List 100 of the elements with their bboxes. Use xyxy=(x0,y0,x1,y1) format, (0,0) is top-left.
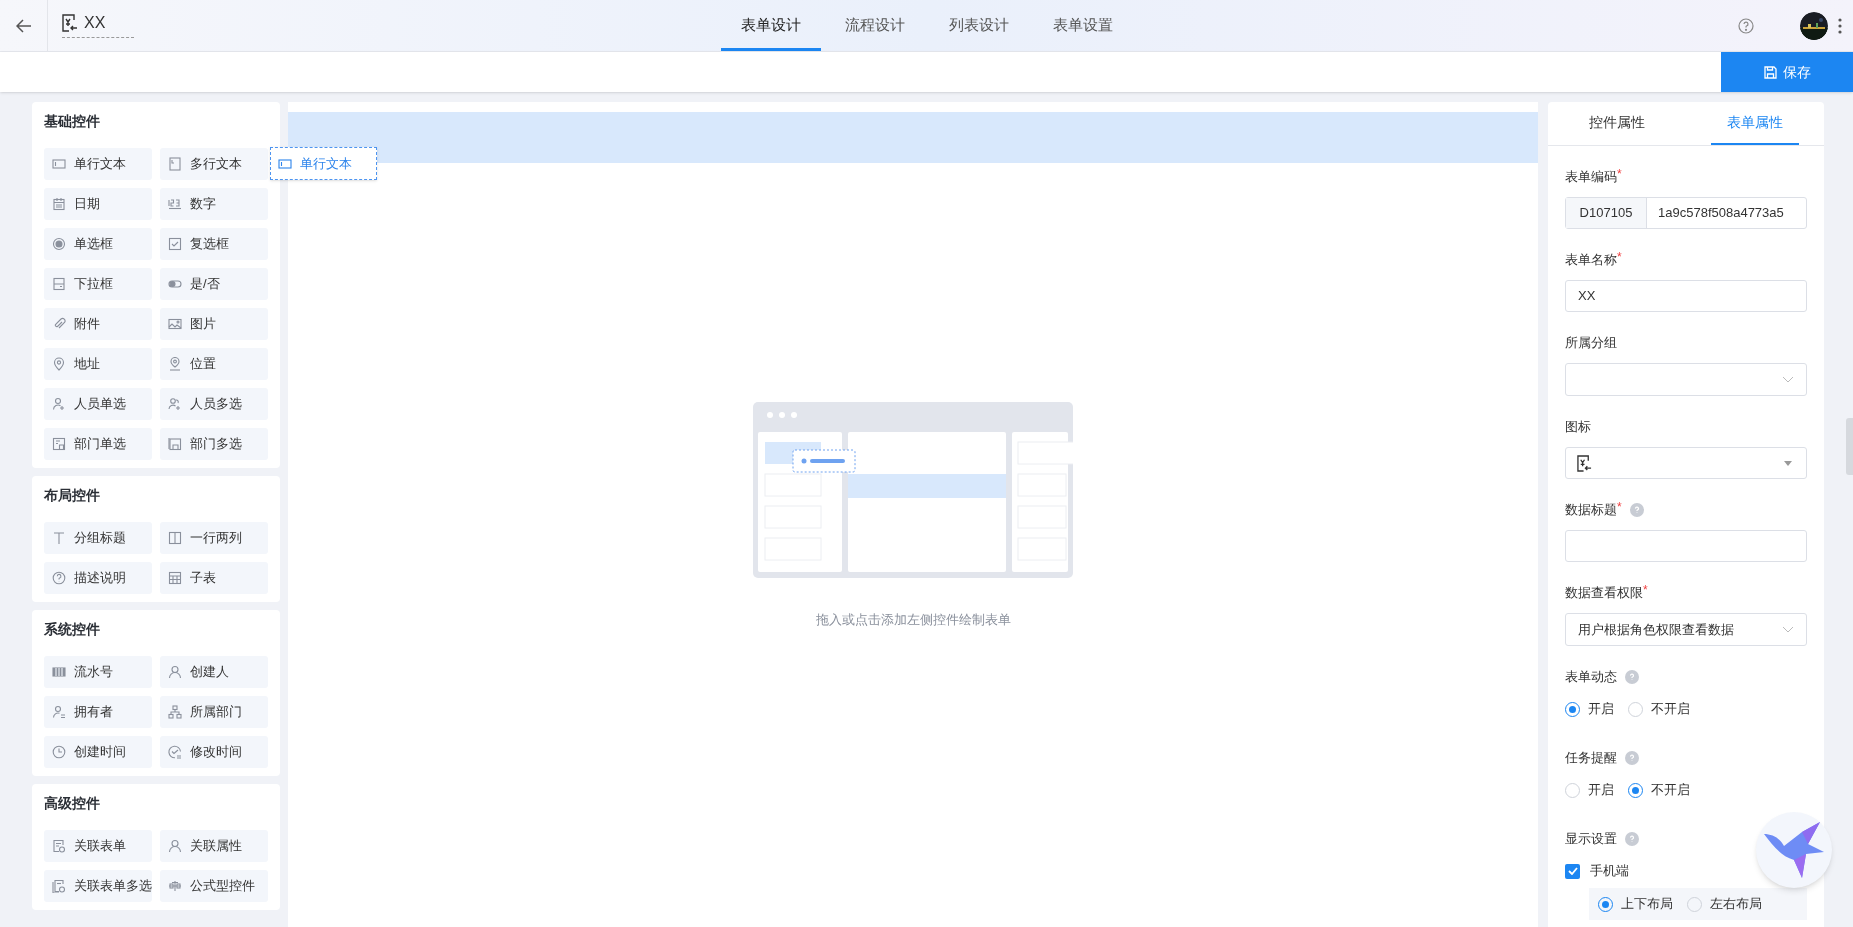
control-tile[interactable]: 所属部门 xyxy=(160,696,268,728)
empty-hint: 拖入或点击添加左侧控件绘制表单 xyxy=(815,611,1011,629)
control-tile[interactable]: 分组标题 xyxy=(44,522,152,554)
back-arrow-icon xyxy=(15,18,32,33)
relform-icon xyxy=(52,839,66,853)
control-tile[interactable]: 人员多选 xyxy=(160,388,268,420)
page-tab[interactable]: 流程设计 xyxy=(825,0,925,51)
select-field[interactable]: 用户根据角色权限查看数据 xyxy=(1565,613,1807,646)
checkbox-icon xyxy=(168,237,182,251)
heading-icon xyxy=(52,531,66,545)
user-icon xyxy=(52,397,66,411)
field-label: 表单名称 xyxy=(1565,251,1617,270)
save-button[interactable]: 保存 xyxy=(1721,52,1853,92)
control-tile[interactable]: 位置 xyxy=(160,348,268,380)
help-icon xyxy=(52,571,66,585)
file-icon xyxy=(52,317,66,331)
control-tile[interactable]: 关联表单多选 xyxy=(44,870,152,902)
radio-option[interactable]: 开启 xyxy=(1565,699,1614,719)
control-tile[interactable]: 公式型控件 xyxy=(160,870,268,902)
address-icon xyxy=(52,357,66,371)
control-tile[interactable]: 是/否 xyxy=(160,268,268,300)
serial-icon xyxy=(52,665,66,679)
page-tab[interactable]: 列表设计 xyxy=(929,0,1029,51)
control-tile[interactable]: 创建人 xyxy=(160,656,268,688)
dropdown-caret-icon xyxy=(1784,460,1792,466)
control-tile[interactable]: 关联表单 xyxy=(44,830,152,862)
field-label: 任务提醒 xyxy=(1565,749,1617,768)
radio-option[interactable]: 开启 xyxy=(1565,780,1614,800)
required-mark: * xyxy=(1617,500,1622,515)
dept-icon xyxy=(52,437,66,451)
relforms-icon xyxy=(52,879,66,893)
control-tile[interactable]: 修改时间 xyxy=(160,736,268,768)
control-tile[interactable]: 单选框 xyxy=(44,228,152,260)
radio-option[interactable]: 不开启 xyxy=(1628,699,1690,719)
text-icon xyxy=(52,157,66,171)
control-tile[interactable]: 下拉框 xyxy=(44,268,152,300)
users-icon xyxy=(168,397,182,411)
control-tile[interactable]: 数字 xyxy=(160,188,268,220)
help-icon[interactable] xyxy=(1629,503,1644,517)
checkbox[interactable] xyxy=(1565,863,1580,879)
control-tile[interactable]: 部门多选 xyxy=(160,428,268,460)
help-icon[interactable] xyxy=(1625,751,1639,765)
radio-option[interactable]: 不开启 xyxy=(1628,780,1690,800)
group-title: 基础控件 xyxy=(44,112,101,131)
help-icon[interactable] xyxy=(1625,670,1639,684)
field-label: 表单动态 xyxy=(1565,668,1617,687)
control-tile[interactable]: 附件 xyxy=(44,308,152,340)
control-tile[interactable]: 描述说明 xyxy=(44,562,152,594)
page-tab[interactable]: 表单设置 xyxy=(1033,0,1133,51)
radio-option[interactable]: 左右布局 xyxy=(1687,894,1762,914)
panel-tab[interactable]: 表单属性 xyxy=(1711,102,1799,145)
icon-select-field[interactable] xyxy=(1565,447,1807,479)
form-title[interactable]: XX xyxy=(84,13,106,33)
control-tile[interactable]: 多行文本 xyxy=(160,148,268,180)
more-icon[interactable] xyxy=(1838,17,1842,34)
control-tile[interactable]: 关联属性 xyxy=(160,830,268,862)
input-field[interactable] xyxy=(1565,530,1807,562)
group-title: 高级控件 xyxy=(44,794,101,813)
field-label: 数据标题 xyxy=(1565,501,1617,520)
person-icon xyxy=(168,665,182,679)
control-tile[interactable]: 复选框 xyxy=(160,228,268,260)
control-tile[interactable]: 部门单选 xyxy=(44,428,152,460)
clock-icon xyxy=(52,745,66,759)
control-tile[interactable]: 人员单选 xyxy=(44,388,152,420)
control-tile[interactable]: 拥有者 xyxy=(44,696,152,728)
checkbox-option[interactable]: 手机端 xyxy=(1565,860,1629,882)
form-icon xyxy=(62,14,78,32)
help-icon[interactable] xyxy=(1738,17,1754,34)
control-tile[interactable]: 创建时间 xyxy=(44,736,152,768)
required-mark: * xyxy=(1617,250,1622,265)
number-icon xyxy=(168,197,182,211)
input-field[interactable]: XX xyxy=(1565,280,1807,312)
image-icon xyxy=(168,317,182,331)
control-tile[interactable]: 日期 xyxy=(44,188,152,220)
radio-option[interactable]: 上下布局 xyxy=(1598,894,1673,914)
control-tile[interactable]: 流水号 xyxy=(44,656,152,688)
textarea-icon xyxy=(168,157,182,171)
field-label: 图标 xyxy=(1565,418,1591,437)
table-icon xyxy=(168,571,182,585)
side-handle[interactable] xyxy=(1846,418,1853,475)
group-title: 布局控件 xyxy=(44,486,101,505)
person-icon xyxy=(168,839,182,853)
location-icon xyxy=(168,357,182,371)
control-tile[interactable]: 地址 xyxy=(44,348,152,380)
control-tile[interactable]: 一行两列 xyxy=(160,522,268,554)
help-icon[interactable] xyxy=(1625,832,1639,846)
control-tile[interactable]: 子表 xyxy=(160,562,268,594)
chevron-down-icon xyxy=(1782,375,1794,384)
control-tile[interactable]: 单行文本 xyxy=(44,148,152,180)
select-field[interactable] xyxy=(1565,363,1807,396)
dragged-control[interactable]: 单行文本 xyxy=(270,147,377,180)
code-field[interactable]: D107105 1a9c578f508a4773a5 xyxy=(1565,197,1807,229)
owner-icon xyxy=(52,705,66,719)
panel-tab[interactable]: 控件属性 xyxy=(1573,102,1661,145)
control-tile[interactable]: 图片 xyxy=(160,308,268,340)
text-icon xyxy=(278,156,292,171)
org-icon xyxy=(168,705,182,719)
field-label: 显示设置 xyxy=(1565,830,1617,849)
save-icon xyxy=(1763,65,1777,79)
date-icon xyxy=(52,197,66,211)
